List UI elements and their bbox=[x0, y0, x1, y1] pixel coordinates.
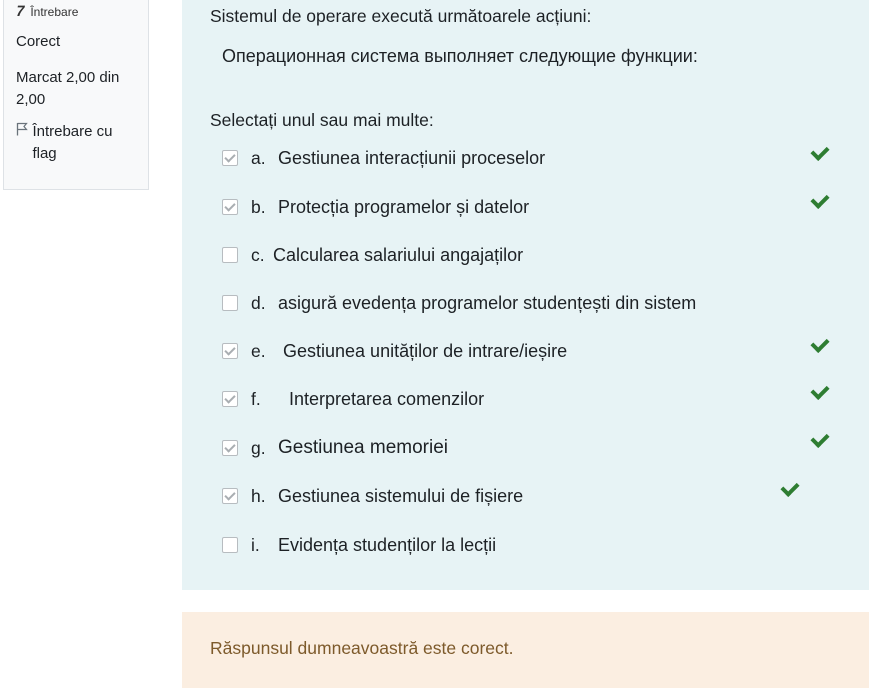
answer-option-b[interactable]: b. Protecția programelor și datelor bbox=[222, 194, 842, 220]
question-number-glyph: 7 bbox=[14, 3, 27, 20]
answer-option-e[interactable]: e. Gestiunea unităților de intrare/ieșir… bbox=[222, 338, 842, 364]
question-grade: Marcat 2,00 din 2,00 bbox=[16, 69, 120, 108]
option-letter: a. bbox=[251, 147, 266, 168]
option-text: Protecția programelor și datelor bbox=[278, 196, 530, 217]
answer-option-d[interactable]: d. asigură evedența programelor studențe… bbox=[222, 290, 842, 316]
option-letter: d. bbox=[251, 292, 266, 313]
flag-outline-icon bbox=[16, 121, 29, 143]
option-letter: h. bbox=[251, 485, 266, 506]
checkbox-f[interactable] bbox=[222, 391, 238, 407]
answer-option-a[interactable]: a. Gestiunea interacțiunii proceselor bbox=[222, 145, 842, 171]
checkbox-e[interactable] bbox=[222, 343, 238, 359]
checkbox-h[interactable] bbox=[222, 488, 238, 504]
option-text: Gestiunea memoriei bbox=[278, 437, 449, 458]
option-text: Calcularea salariului angajaților bbox=[273, 244, 524, 265]
question-info-panel: 7 Întrebare Corect Marcat 2,00 din 2,00 … bbox=[3, 0, 149, 190]
checkbox-d[interactable] bbox=[222, 295, 238, 311]
feedback-box: Răspunsul dumneavoastră este corect. bbox=[182, 612, 869, 688]
option-text: Gestiunea interacțiunii proceselor bbox=[278, 147, 546, 168]
checkbox-a[interactable] bbox=[222, 150, 238, 166]
option-text: Gestiunea unităților de intrare/ieșire bbox=[283, 340, 568, 361]
option-text: Gestiunea sistemului de fișiere bbox=[278, 485, 524, 506]
option-letter: e. bbox=[251, 340, 266, 361]
option-letter: f. bbox=[251, 388, 261, 409]
question-number: 7 Întrebare bbox=[14, 3, 138, 21]
question-label: Întrebare bbox=[30, 5, 79, 19]
flag-question-link[interactable]: Întrebare cu flag bbox=[16, 121, 138, 165]
option-letter: g. bbox=[251, 437, 266, 458]
answer-options: a. Gestiunea interacțiunii proceselor b.… bbox=[182, 0, 869, 590]
answer-option-f[interactable]: f. Interpretarea comenzilor bbox=[222, 386, 842, 412]
quiz-page: 7 Întrebare Corect Marcat 2,00 din 2,00 … bbox=[0, 0, 875, 697]
checkbox-b[interactable] bbox=[222, 199, 238, 215]
checkbox-i[interactable] bbox=[222, 537, 238, 553]
question-state: Corect bbox=[16, 33, 61, 50]
option-letter: b. bbox=[251, 196, 266, 217]
feedback-text: Răspunsul dumneavoastră este corect. bbox=[210, 638, 514, 658]
answer-option-c[interactable]: c. Calcularea salariului angajaților bbox=[222, 242, 842, 268]
option-letter: i. bbox=[251, 534, 260, 555]
checkbox-g[interactable] bbox=[222, 440, 238, 456]
option-text: Evidența studenților la lecții bbox=[278, 534, 497, 555]
option-text: Interpretarea comenzilor bbox=[289, 388, 485, 409]
flag-label: Întrebare cu flag bbox=[32, 123, 113, 162]
answer-option-g[interactable]: g. Gestiunea memoriei bbox=[222, 435, 842, 461]
checkbox-c[interactable] bbox=[222, 247, 238, 263]
answer-option-h[interactable]: h. Gestiunea sistemului de fișiere bbox=[222, 483, 842, 509]
answer-option-i[interactable]: i. Evidența studenților la lecții bbox=[222, 532, 842, 558]
option-text: asigură evedența programelor studențești… bbox=[278, 292, 697, 313]
question-formulation: Sistemul de operare execută următoarele … bbox=[182, 0, 869, 590]
